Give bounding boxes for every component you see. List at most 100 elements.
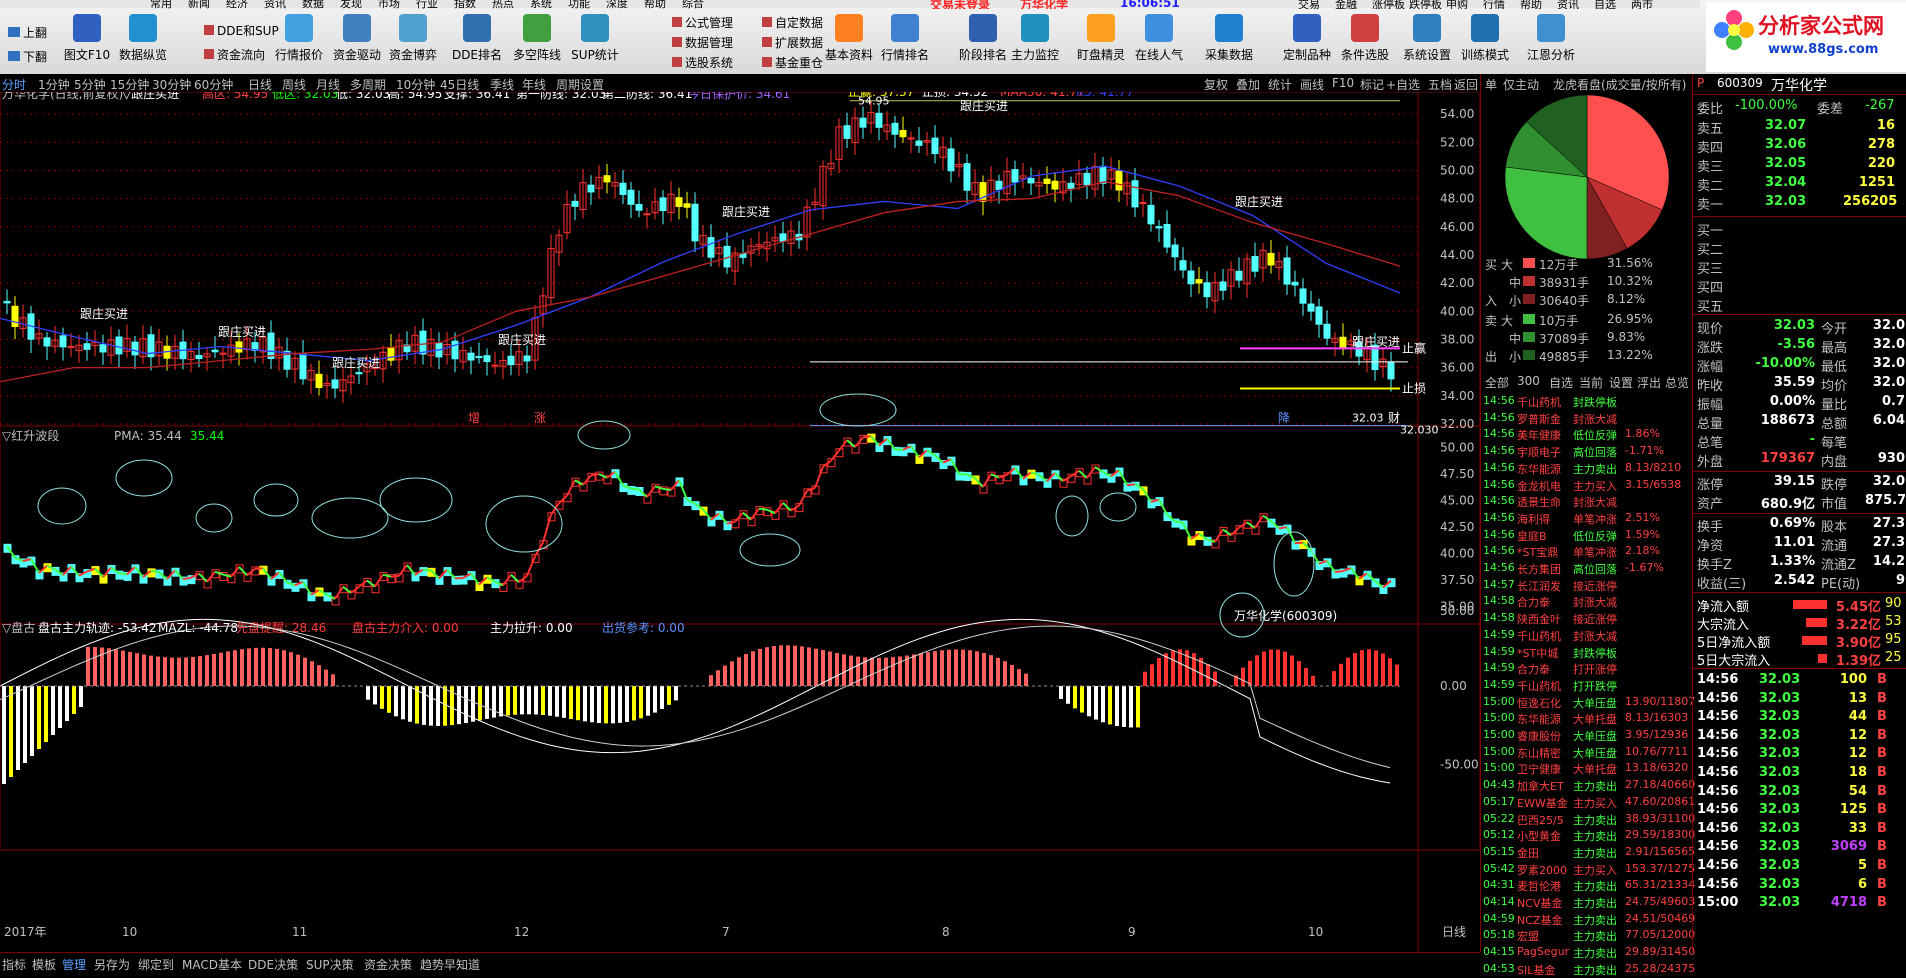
menu-item[interactable]: 指数 [454,0,476,11]
ask-price[interactable]: 32.04 [1765,175,1806,190]
period-tab[interactable]: 月线 [316,76,340,93]
toolbar-button[interactable]: 采集数据 [1196,12,1262,72]
menu-item[interactable]: 经济 [226,0,248,11]
bottom-tab[interactable]: 另存为 [94,956,130,973]
alert-stock[interactable]: NCZ基金 [1517,912,1562,928]
alert-stock[interactable]: 宇顺电子 [1517,444,1561,460]
alert-stock[interactable]: *ST中城 [1517,645,1558,661]
toolbar-button[interactable]: 系统设置 [1394,12,1460,72]
toolbar-button[interactable]: 主力监控 [1002,12,1068,72]
alert-filter[interactable]: 自选 [1549,374,1573,391]
toolbar-side-item[interactable]: 基金重仓 [762,54,823,71]
toolbar-button[interactable]: 资金博弈 [380,12,446,72]
bottom-tab[interactable]: 资金决策 [364,956,412,973]
period-tab[interactable]: 1分钟 [38,76,70,93]
alert-stock[interactable]: 美年健康 [1517,427,1561,443]
alert-stock[interactable]: 小型黄金 [1517,828,1561,844]
chart-tool[interactable]: 画线 [1300,76,1324,93]
ticker-link[interactable]: 跌停板 [1409,0,1442,9]
ticker-link[interactable]: 行情 [1483,0,1505,9]
chart-tool[interactable]: 返回 [1454,76,1478,93]
alert-filter[interactable]: 总览 [1665,374,1689,391]
bottom-tab[interactable]: 模板 [32,956,56,973]
chart-tool[interactable]: 叠加 [1236,76,1260,93]
ticker-link[interactable]: 自选 [1594,0,1616,9]
alert-filter[interactable]: 300 [1517,374,1540,388]
chart-tool[interactable]: 五档 [1428,76,1452,93]
ticker-link[interactable]: 两市 [1631,0,1653,9]
toolbar-side-item[interactable]: 选股系统 [672,54,733,71]
ask-price[interactable]: 32.05 [1765,156,1806,171]
period-tab[interactable]: 年线 [522,76,546,93]
alert-filter[interactable]: 设置 [1609,374,1633,391]
alert-stock[interactable]: 卫宁健康 [1517,761,1561,777]
chart-tool[interactable]: 统计 [1268,76,1292,93]
menu-item[interactable]: 功能 [568,0,590,11]
page-down-button[interactable]: 下翻 [8,48,47,65]
alert-stock[interactable]: 睿康股份 [1517,728,1561,744]
period-tab[interactable]: 5分钟 [74,76,106,93]
menu-item[interactable]: 行业 [416,0,438,11]
alert-stock[interactable]: 恒逸石化 [1517,695,1561,711]
alert-stock[interactable]: 金龙机电 [1517,478,1561,494]
period-tab[interactable]: 周期设置 [556,76,604,93]
chart-tool[interactable]: 复权 [1204,76,1228,93]
alert-stock[interactable]: EWW基金 [1517,795,1568,811]
menu-item[interactable]: 深度 [606,0,628,11]
toolbar-button[interactable]: DDE排名 [444,12,510,72]
ticker-link[interactable]: 金融 [1335,0,1357,9]
alert-stock[interactable]: 东山精密 [1517,745,1561,761]
chart-area[interactable]: 54.0052.0050.0048.0046.0044.0042.0040.00… [0,92,1480,952]
toolbar-button[interactable]: 江恩分析 [1518,12,1584,72]
toolbar-button[interactable]: 在线人气 [1126,12,1192,72]
ticker-link[interactable]: 资讯 [1557,0,1579,9]
bottom-tab[interactable]: MACD基本 [182,956,242,973]
menu-item[interactable]: 综合 [682,0,704,11]
chart-tool[interactable]: +自选 [1386,76,1420,93]
toolbar-button[interactable]: 行情排名 [872,12,938,72]
alert-stock[interactable]: 加拿大ET [1517,778,1564,794]
bottom-tab[interactable]: 管理 [62,956,86,973]
menu-item[interactable]: 资讯 [264,0,286,11]
toolbar-button[interactable]: 条件选股 [1332,12,1398,72]
toolbar-button[interactable]: 行情报价 [266,12,332,72]
alert-filter[interactable]: 浮出 [1637,374,1661,391]
toolbar-button[interactable]: 多空阵线 [504,12,570,72]
toolbar-button[interactable]: 盯盘精灵 [1068,12,1134,72]
period-tab[interactable]: 10分钟 [396,76,435,93]
toolbar-side-item[interactable]: 自定数据 [762,14,823,31]
menu-item[interactable]: 发现 [340,0,362,11]
alert-stock[interactable]: *ST宝鼎 [1517,544,1558,560]
ask-price[interactable]: 32.07 [1765,118,1806,133]
period-tab[interactable]: 分时 [2,76,26,93]
alert-stock[interactable]: NCV基金 [1517,895,1562,911]
period-tab[interactable]: 季线 [490,76,514,93]
menu-item[interactable]: 数据 [302,0,324,11]
alert-stock[interactable]: 合力泰 [1517,661,1550,677]
bottom-tab[interactable]: 指标 [2,956,26,973]
alert-stock[interactable]: 东华能源 [1517,711,1561,727]
ticker-link[interactable]: 涨停板 [1372,0,1405,9]
alert-stock[interactable]: 陕西金叶 [1517,611,1561,627]
alert-stock[interactable]: 千山药机 [1517,394,1561,410]
alert-stock[interactable]: 巴西25/5 [1517,812,1564,828]
alert-stock[interactable]: 皇庭B [1517,528,1547,544]
period-tab[interactable]: 60分钟 [194,76,233,93]
menu-item[interactable]: 市场 [378,0,400,11]
alert-stock[interactable]: 长方集团 [1517,561,1561,577]
alert-stock[interactable]: 千山药机 [1517,628,1561,644]
ticker-link[interactable]: 帮助 [1520,0,1542,9]
toolbar-button[interactable]: 定制品种 [1274,12,1340,72]
alert-filter[interactable]: 当前 [1579,374,1603,391]
bottom-tab[interactable]: 绑定到 [138,956,174,973]
toolbar-side-item[interactable]: 资金流向 [204,46,265,63]
alert-stock[interactable]: 千山药机 [1517,678,1561,694]
toolbar-button[interactable]: 数据纵览 [110,12,176,72]
toolbar-side-item[interactable]: DDE和SUP [204,22,279,39]
menu-item[interactable]: 系统 [530,0,552,11]
toolbar-side-item[interactable]: 公式管理 [672,14,733,31]
alert-stock[interactable]: 金田 [1517,845,1539,861]
menu-item[interactable]: 常用 [150,0,172,11]
menu-item[interactable]: 热点 [492,0,514,11]
chart-tool[interactable]: 标记 [1360,76,1384,93]
